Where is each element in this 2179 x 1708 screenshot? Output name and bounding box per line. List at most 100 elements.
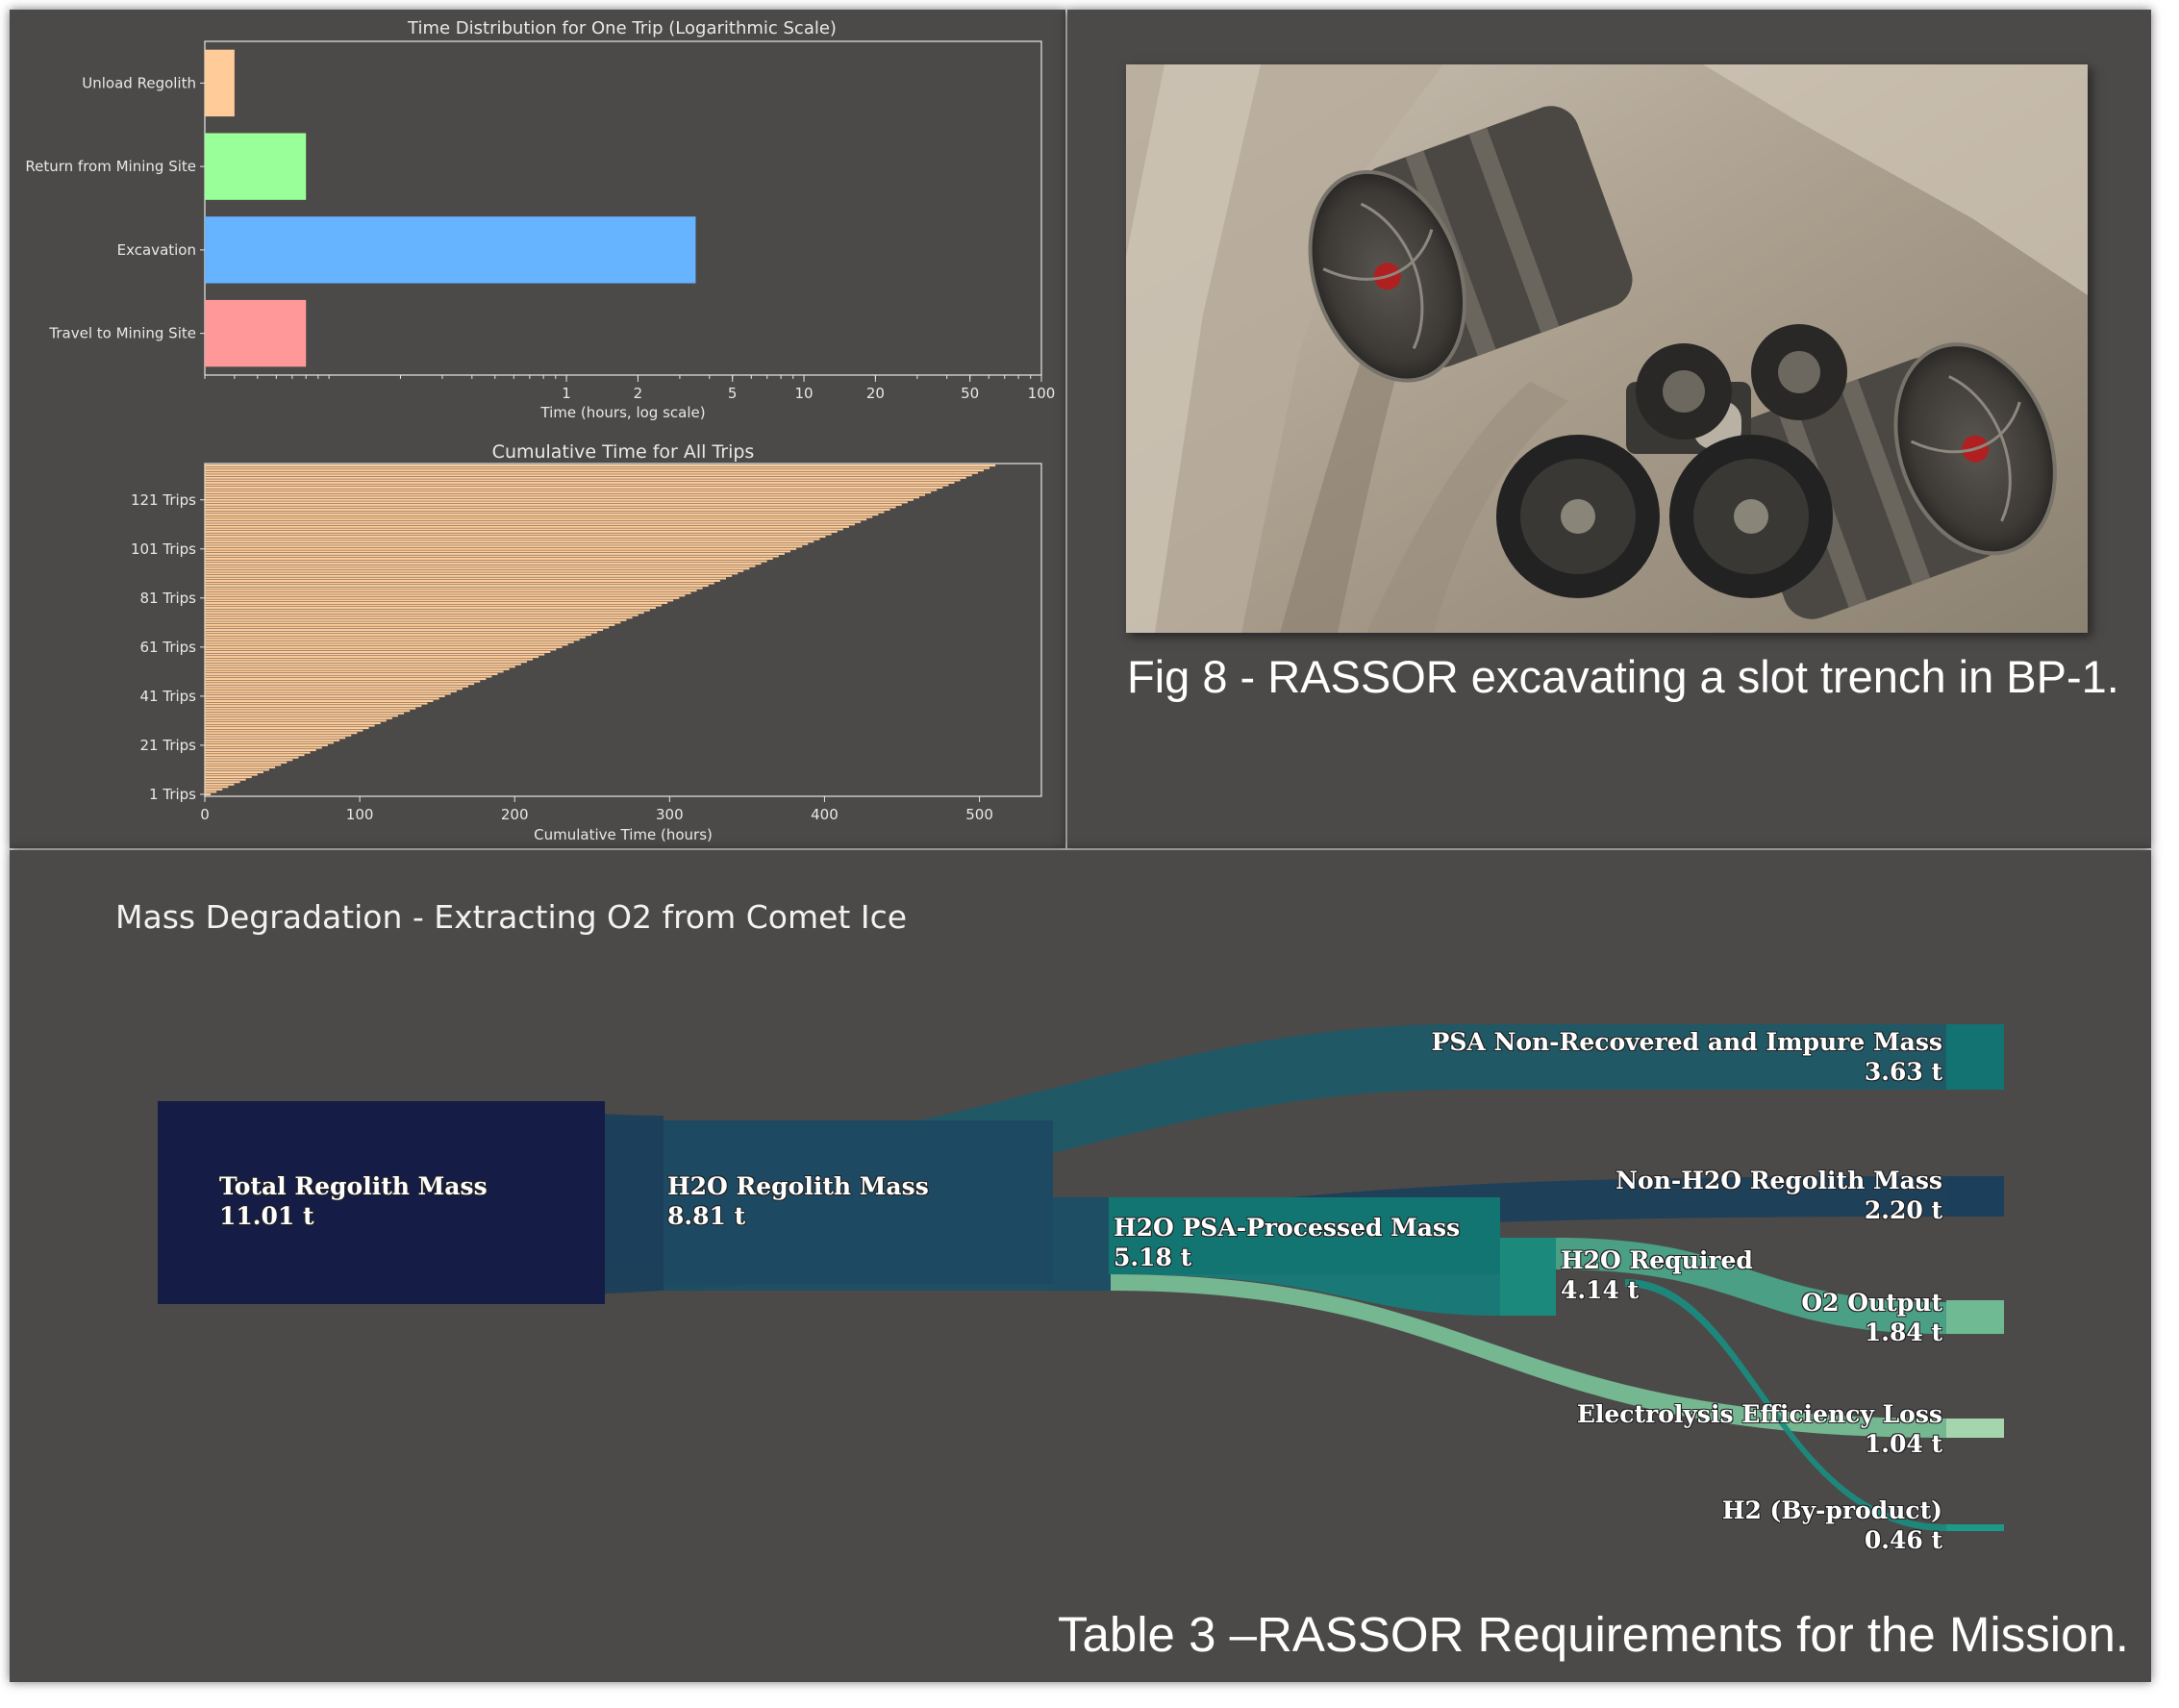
xtick-label: 0 bbox=[200, 806, 210, 823]
trip-bar bbox=[205, 591, 691, 594]
label-non-h2o: Non-H2O Regolith Mass 2.20 t bbox=[1615, 1166, 1942, 1225]
trip-bar bbox=[205, 496, 919, 499]
trip-bar bbox=[205, 540, 814, 543]
trip-bar bbox=[205, 498, 914, 501]
trip-bar bbox=[205, 511, 885, 514]
trip-bar bbox=[205, 596, 680, 599]
trip-bar bbox=[205, 466, 990, 469]
trip-bar bbox=[205, 702, 428, 705]
trip-bar bbox=[205, 579, 720, 582]
trip-bar bbox=[205, 621, 621, 624]
trip-bar bbox=[205, 759, 293, 762]
trip-bar bbox=[205, 552, 785, 555]
ytick-label: 81 Trips bbox=[140, 590, 197, 607]
trip-bar bbox=[205, 653, 545, 656]
sankey-panel bbox=[10, 850, 2151, 1682]
trip-bar bbox=[205, 614, 639, 616]
trip-bar bbox=[205, 658, 534, 661]
trip-bar bbox=[205, 712, 405, 715]
trip-bar bbox=[205, 716, 392, 719]
ytick-label: 101 Trips bbox=[131, 540, 196, 558]
ytick-label: Excavation bbox=[117, 241, 196, 259]
trip-bar bbox=[205, 734, 352, 737]
trip-bar bbox=[205, 469, 984, 472]
trip-bar bbox=[205, 754, 305, 757]
ytick-label: 61 Trips bbox=[140, 639, 197, 656]
trip-bar bbox=[205, 776, 252, 779]
cumulative-time-chart: Cumulative Time for All Trips 1 Trips 21 … bbox=[131, 441, 1042, 843]
trip-bar bbox=[205, 729, 363, 732]
trip-bar bbox=[205, 491, 932, 494]
trip-bar bbox=[205, 643, 568, 646]
label-total-regolith-value: 11.01 t bbox=[219, 1202, 314, 1230]
trip-bar bbox=[205, 474, 972, 477]
trip-bar bbox=[205, 663, 521, 666]
trip-bar bbox=[205, 538, 820, 540]
label-o2-output-name: O2 Output bbox=[1801, 1289, 1942, 1317]
trip-bar bbox=[205, 607, 656, 610]
trip-bar bbox=[205, 628, 604, 632]
trip-bar bbox=[205, 764, 282, 766]
trip-bar bbox=[205, 601, 668, 604]
trip-bar bbox=[205, 773, 258, 776]
trip-bar bbox=[205, 545, 803, 548]
chart1-axes bbox=[204, 40, 1042, 376]
trip-bar bbox=[205, 514, 879, 516]
trip-bar bbox=[205, 479, 961, 482]
trip-bar bbox=[205, 710, 411, 713]
trip-bar bbox=[205, 667, 510, 670]
trip-bar bbox=[205, 626, 610, 629]
trip-bar bbox=[205, 751, 311, 754]
trip-bar bbox=[205, 648, 557, 651]
bar-unload-regolith bbox=[205, 49, 235, 117]
trip-bar bbox=[205, 567, 750, 570]
label-h2o-regolith: H2O Regolith Mass 8.81 t bbox=[667, 1171, 929, 1231]
xtick-label: 400 bbox=[811, 806, 839, 823]
trip-bar bbox=[205, 476, 966, 479]
bar-travel-to-mining-site bbox=[205, 299, 307, 367]
trip-bar bbox=[205, 768, 269, 771]
label-h2o-psa-processed-name: H2O PSA-Processed Mass bbox=[1114, 1214, 1461, 1242]
trip-bar bbox=[205, 493, 926, 496]
trip-bar bbox=[205, 741, 334, 744]
xtick-label: 100 bbox=[1028, 385, 1056, 402]
label-h2o-regolith-name: H2O Regolith Mass bbox=[667, 1172, 929, 1200]
trip-bar bbox=[205, 640, 574, 643]
table-caption: Table 3 –RASSOR Requirements for the Mis… bbox=[1058, 1607, 2129, 1662]
label-electrolysis-loss-name: Electrolysis Efficiency Loss bbox=[1576, 1400, 1942, 1428]
trip-bar bbox=[205, 672, 498, 675]
ytick-label: 121 Trips bbox=[131, 491, 196, 509]
trip-bar bbox=[205, 634, 591, 637]
trip-bar bbox=[205, 761, 288, 764]
trip-bar bbox=[205, 636, 586, 639]
label-total-regolith: Total Regolith Mass 11.01 t bbox=[219, 1171, 488, 1231]
trip-bar bbox=[205, 661, 527, 664]
trip-bar bbox=[205, 786, 229, 789]
chart2-xlabel: Cumulative Time (hours) bbox=[534, 826, 713, 843]
trip-bar bbox=[205, 715, 398, 717]
xtick-label: 50 bbox=[961, 385, 979, 402]
label-h2-byproduct: H2 (By-product) 0.46 t bbox=[1722, 1495, 1942, 1555]
trip-bar bbox=[205, 585, 709, 588]
label-o2-output-value: 1.84 t bbox=[1864, 1319, 1942, 1346]
trip-bar bbox=[205, 666, 515, 668]
trip-bar bbox=[205, 770, 263, 774]
ytick-label: Return from Mining Site bbox=[25, 158, 196, 175]
label-h2o-regolith-value: 8.81 t bbox=[667, 1202, 746, 1230]
trip-bar bbox=[205, 670, 504, 673]
label-electrolysis-loss: Electrolysis Efficiency Loss 1.04 t bbox=[1577, 1399, 1942, 1459]
trip-bar bbox=[205, 721, 381, 724]
trip-bar bbox=[205, 486, 943, 490]
trip-bar bbox=[205, 560, 767, 563]
trip-bar bbox=[205, 557, 773, 561]
trip-bar bbox=[205, 503, 902, 506]
trip-bar bbox=[205, 515, 873, 518]
trip-bar bbox=[205, 530, 838, 533]
trip-bar bbox=[205, 623, 615, 626]
label-total-regolith-name: Total Regolith Mass bbox=[219, 1172, 488, 1200]
trip-bar bbox=[205, 609, 650, 612]
trip-bar bbox=[205, 719, 387, 722]
trip-bar bbox=[205, 489, 938, 491]
trip-bar bbox=[205, 555, 779, 558]
trip-bar bbox=[205, 692, 451, 695]
